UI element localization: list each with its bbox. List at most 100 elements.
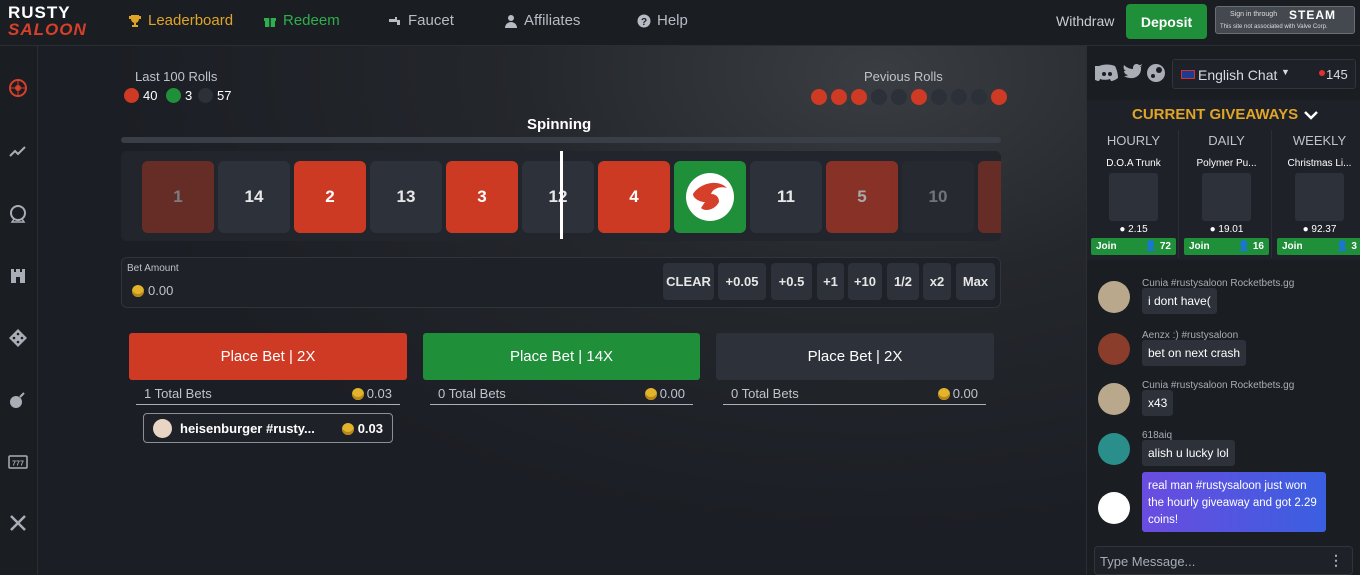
bet-button[interactable]: CLEAR [663,263,714,300]
nav-affiliates[interactable]: Affiliates [504,12,580,29]
swords-icon[interactable] [8,513,28,533]
giveaway-weekly: WEEKLY Christmas Li... ● 92.37 Join 👤 3 [1274,130,1360,258]
bet-button[interactable]: 1/2 [887,263,919,300]
giveaway-period: HOURLY [1106,133,1161,148]
deposit-button[interactable]: Deposit [1126,4,1207,39]
steam-signin-button[interactable]: Sign in through STEAM This site not asso… [1215,6,1355,34]
avatar [1098,281,1130,313]
giveaway-join-button[interactable]: Join 👤 3 [1277,238,1360,255]
steam-disclaimer: This site not associated with Valve Corp… [1220,24,1328,30]
giveaway-item-image [1109,173,1158,221]
total-bets-amount: 0.00 [952,386,978,401]
chat-bubble: bet on next crash [1142,340,1247,366]
slots-icon[interactable]: 777 [8,452,28,472]
bet-button[interactable]: +0.5 [771,263,812,300]
spin-progress-bar [121,137,1001,143]
crash-graph-icon[interactable] [8,141,28,161]
nav-leaderboard[interactable]: Leaderboard [128,12,233,29]
nav-redeem[interactable]: Redeem [263,12,340,29]
user-icon [505,14,517,28]
roll-stat-green: 3 [166,88,192,103]
giveaway-join-button[interactable]: Join 👤 72 [1091,238,1176,255]
previous-roll-dot [991,89,1007,105]
chat-bubble: i dont have( [1142,288,1217,314]
bet-button[interactable]: +10 [848,263,882,300]
nav-help[interactable]: ? Help [637,12,688,29]
online-count: 145 [1326,67,1348,82]
chat-message-input[interactable]: Type Message... ⋮ [1094,546,1353,575]
previous-roll-dot [831,89,847,105]
coinflip-icon[interactable] [8,203,28,223]
question-icon: ? [637,14,651,28]
previous-roll-dot [871,89,887,105]
roulette-icon[interactable] [8,78,28,98]
total-bets-dark: 0 Total Bets 0.00 [723,386,986,405]
svg-text:777: 777 [12,461,24,468]
total-bets-label: 1 Total Bets [144,386,212,401]
total-bets-label: 0 Total Bets [438,386,506,401]
user-bet-amount: 0.03 [357,421,383,436]
roll-stat-red: 40 [124,88,157,103]
user-bet-name: heisenburger #rusty... [180,421,315,436]
green-dot [166,88,181,103]
bet-button[interactable]: x2 [923,263,951,300]
nav-label: Help [657,12,688,29]
gift-icon [264,17,276,27]
discord-icon[interactable] [1095,63,1119,83]
nav-label: Redeem [283,12,340,29]
roulette-tile: 12 [522,161,594,233]
uk-flag-icon [1181,70,1195,79]
giveaway-value: ● 19.01 [1209,224,1244,235]
roulette-tile: 3 [446,161,518,233]
steam-icon[interactable] [1146,63,1166,83]
dice-icon[interactable] [8,328,28,348]
previous-roll-dot [951,89,967,105]
faucet-icon [389,16,400,25]
place-bet-red-button[interactable]: Place Bet | 2X [129,333,407,380]
chat-input-placeholder: Type Message... [1100,554,1196,569]
language-selector[interactable]: English Chat ▼ 145 [1172,59,1356,89]
chevron-down-icon[interactable] [1304,109,1318,121]
roulette-tile: 5 [826,161,898,233]
logo-top-text: RUSTY [8,3,71,22]
giveaway-period: WEEKLY [1292,133,1347,148]
bet-button[interactable]: +0.05 [718,263,766,300]
giveaway-item-image [1295,173,1344,221]
bet-amount-label: Bet Amount [127,263,179,274]
roulette-marker [560,151,563,239]
avatar [1098,433,1130,465]
giveaway-join-button[interactable]: Join 👤 16 [1184,238,1269,255]
roulette-tile: 13 [370,161,442,233]
place-bet-green-button[interactable]: Place Bet | 14X [423,333,700,380]
bet-button[interactable]: +1 [817,263,844,300]
withdraw-link[interactable]: Withdraw [1056,13,1114,29]
place-bet-dark-button[interactable]: Place Bet | 2X [716,333,994,380]
bomb-icon[interactable] [8,390,28,410]
previous-roll-dot [811,89,827,105]
chat-bubble: real man #rustysaloon just won the hourl… [1142,472,1326,532]
roulette-tile: 10 [902,161,974,233]
chevron-down-icon: ▼ [1281,67,1290,77]
nav-label: Faucet [408,12,454,29]
nav-faucet[interactable]: Faucet [388,12,454,29]
nav-label: Leaderboard [148,12,234,29]
online-dot [1319,70,1325,76]
site-logo[interactable]: RUSTY SALOON [8,4,100,40]
chat-bubble: alish u lucky lol [1142,440,1235,466]
bet-button[interactable]: Max [956,263,995,300]
avatar [1098,333,1130,365]
total-bets-red: 1 Total Bets 0.03 [136,386,400,405]
svg-text:?: ? [641,17,647,28]
giveaways-title[interactable]: CURRENT GIVEAWAYS [1132,106,1298,123]
total-bets-green: 0 Total Bets 0.00 [430,386,693,405]
bet-amount-input[interactable]: 0.00 [132,283,173,298]
giveaway-item-name: Polymer Pu... [1196,158,1257,169]
chat-bubble: x43 [1142,390,1174,416]
steam-signin-text: Sign in through [1230,11,1278,18]
more-options-icon[interactable]: ⋮ [1329,552,1343,569]
roulette-tile: 4 [598,161,670,233]
twitter-icon[interactable] [1122,63,1144,83]
total-bets-label: 0 Total Bets [731,386,799,401]
coin-icon [132,284,144,297]
castle-icon[interactable] [8,265,28,285]
